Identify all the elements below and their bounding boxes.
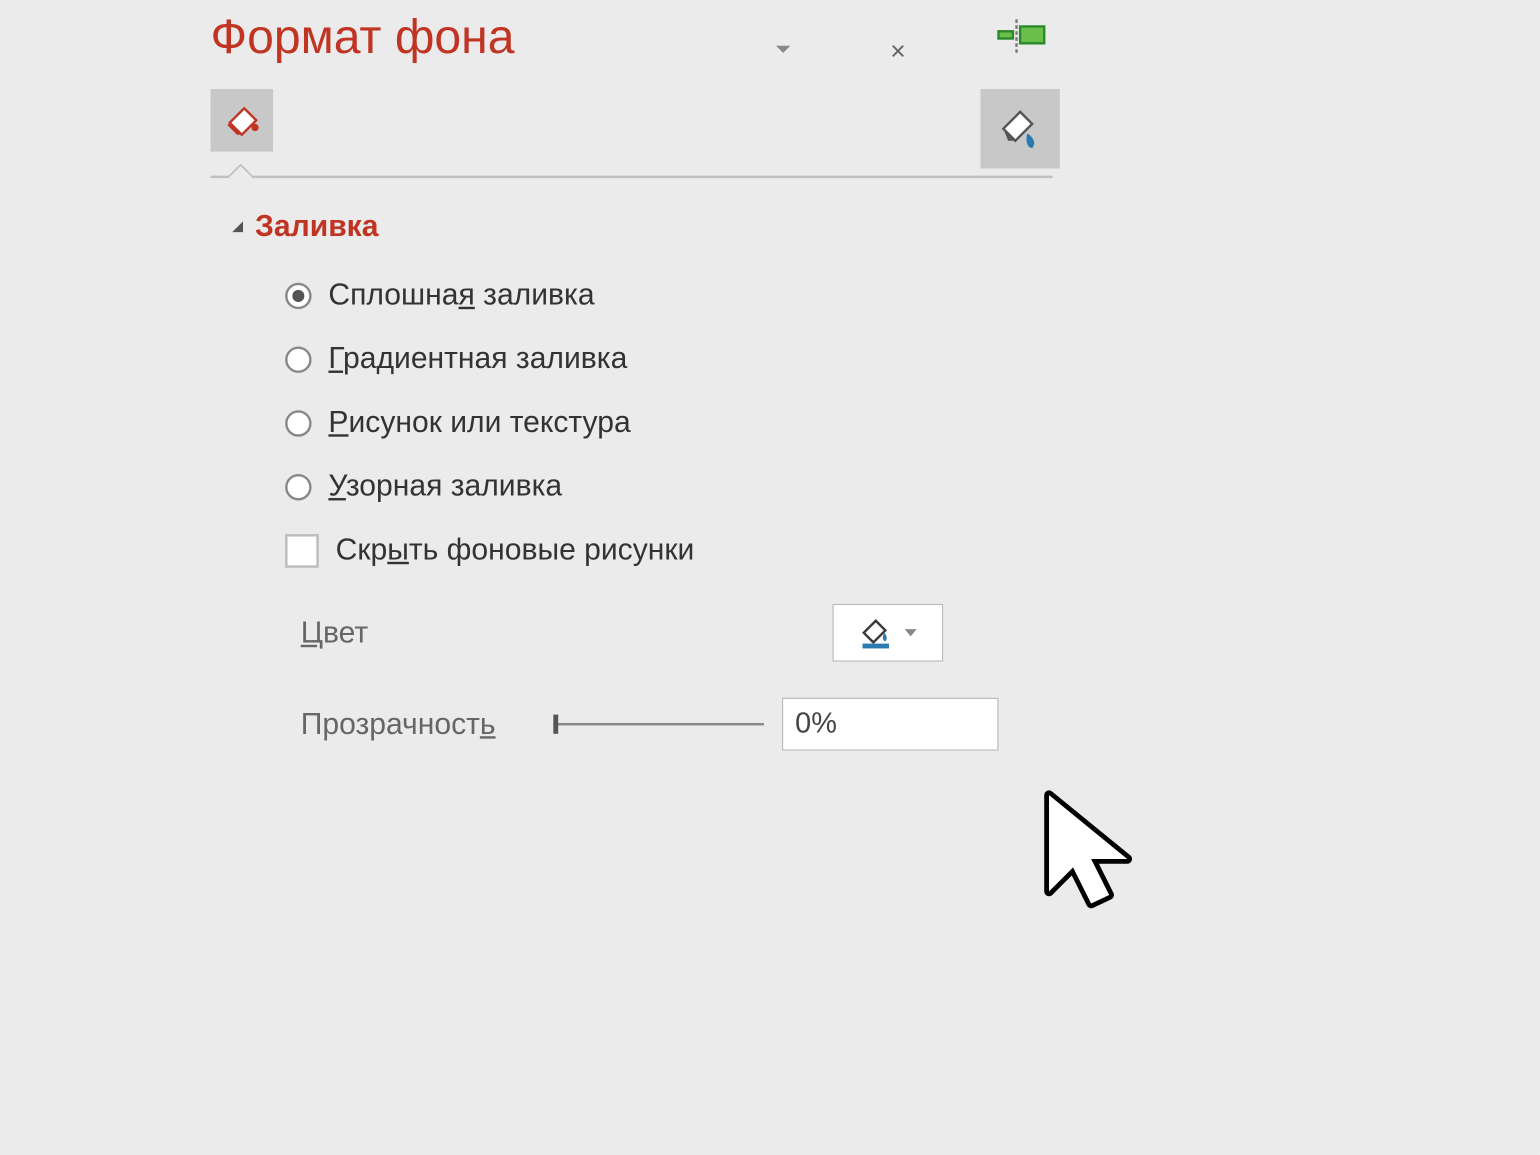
radio-label: Сплошная заливка [328, 278, 594, 313]
chevron-down-icon [905, 629, 917, 636]
fill-option-picture[interactable]: Рисунок или текстура [285, 405, 1113, 440]
fill-properties: Цвет Прозрачность 0% [301, 604, 1113, 753]
fill-section-title: Заливка [255, 209, 378, 244]
transparency-value: 0% [795, 707, 837, 741]
category-toolbar [211, 89, 1113, 152]
panel-title-row: Формат фона × [211, 12, 1113, 84]
collapse-caret-icon [232, 221, 243, 232]
fill-section-header[interactable]: Заливка [232, 209, 1113, 244]
align-center-button[interactable] [988, 14, 1053, 57]
radio-solid-fill[interactable] [285, 282, 311, 308]
transparency-row: Прозрачность 0% [301, 695, 1113, 753]
paint-bucket-icon [223, 101, 261, 139]
align-center-icon [994, 19, 1047, 53]
format-painter-icon [996, 105, 1044, 153]
format-painter-button[interactable] [980, 89, 1059, 168]
radio-label: Рисунок или текстура [328, 405, 630, 440]
format-background-panel: Формат фона × Заливка Сплошная заливка [211, 12, 1113, 1155]
hide-background-graphics[interactable]: Скрыть фоновые рисунки [285, 533, 1113, 568]
active-tab-indicator [211, 152, 1053, 178]
transparency-input[interactable]: 0% [782, 698, 999, 751]
color-picker-button[interactable] [832, 604, 943, 662]
panel-title: Формат фона [211, 10, 515, 64]
fill-color-icon [859, 616, 893, 650]
transparency-slider[interactable] [553, 723, 764, 725]
slider-thumb[interactable] [553, 715, 558, 734]
fill-category-button[interactable] [211, 89, 274, 152]
fill-option-solid[interactable]: Сплошная заливка [285, 278, 1113, 313]
close-panel-button[interactable]: × [890, 36, 905, 67]
fill-options-group: Сплошная заливка Градиентная заливка Рис… [285, 278, 1113, 568]
radio-label: Узорная заливка [328, 469, 562, 504]
radio-gradient-fill[interactable] [285, 346, 311, 372]
hide-bg-checkbox[interactable] [285, 534, 319, 568]
radio-label: Градиентная заливка [328, 342, 627, 377]
radio-picture-fill[interactable] [285, 410, 311, 436]
checkbox-label: Скрыть фоновые рисунки [336, 533, 695, 568]
fill-option-gradient[interactable]: Градиентная заливка [285, 342, 1113, 377]
color-label: Цвет [301, 615, 554, 650]
fill-option-pattern[interactable]: Узорная заливка [285, 469, 1113, 504]
radio-pattern-fill[interactable] [285, 473, 311, 499]
transparency-label: Прозрачность [301, 707, 554, 742]
color-row: Цвет [301, 604, 1113, 662]
task-pane-options-dropdown[interactable] [776, 46, 790, 53]
right-tool-strip [980, 14, 1059, 168]
